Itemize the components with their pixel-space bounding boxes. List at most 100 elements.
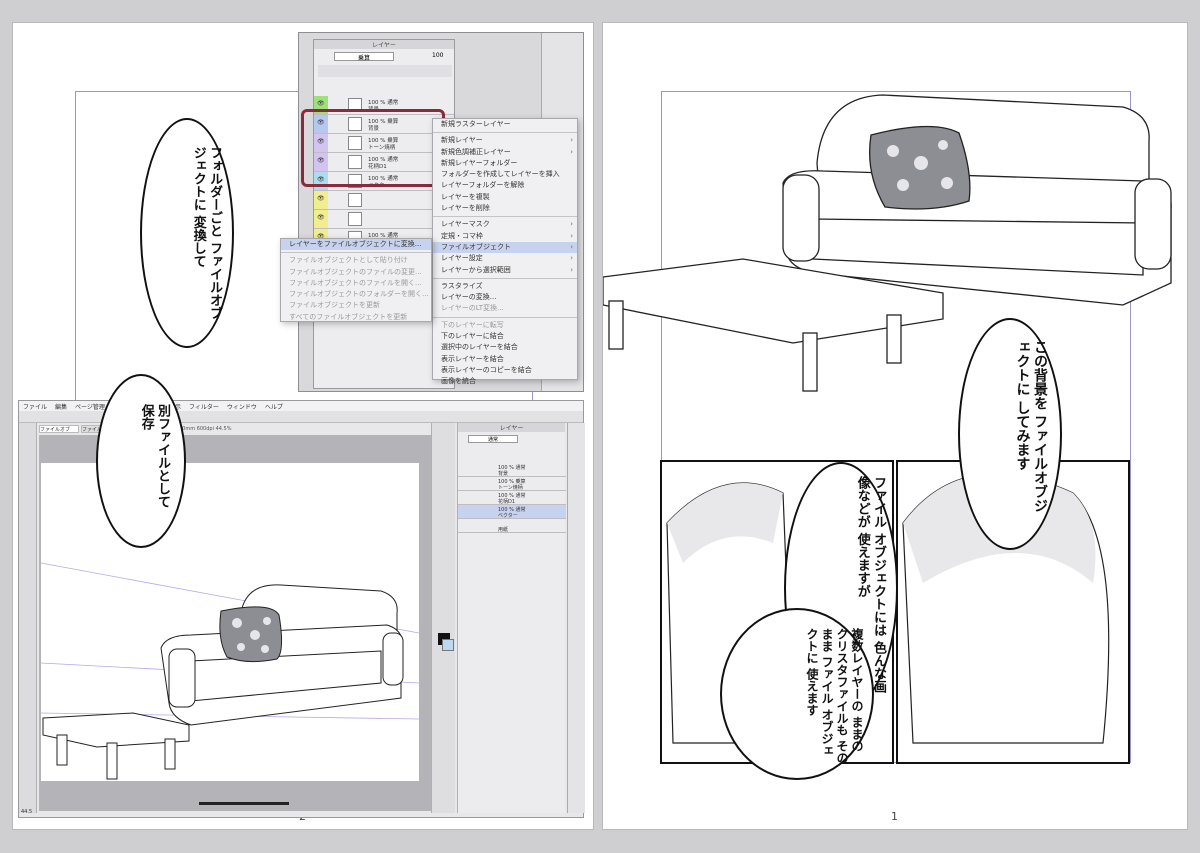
chevron-right-icon: › <box>570 242 573 251</box>
sub-tool-strip <box>431 423 455 813</box>
submenu-item[interactable]: すべてのファイルオブジェクトを更新 <box>281 312 431 323</box>
menu-item-label: 下のレイヤーに転写 <box>441 320 504 329</box>
menu-item[interactable]: レイヤーを複製 <box>433 192 577 203</box>
layer-list: 100 % 通常 背景 100 % 乗算 トーン焼柄 100 % 通常 花柄D1 100 %… <box>458 463 566 543</box>
menu-separator <box>281 252 431 254</box>
submenu-item[interactable]: ファイルオブジェクトのファイルを開く... <box>281 278 431 289</box>
chevron-right-icon: › <box>570 136 573 145</box>
menu-item[interactable]: レイヤー設定 › <box>433 253 577 264</box>
layer-row[interactable]: 100 % 通常 花柄D1 <box>458 491 566 505</box>
submenu-item[interactable]: レイヤーをファイルオブジェクトに変換... <box>281 239 431 251</box>
chevron-right-icon: › <box>570 254 573 263</box>
menu-item-label: レイヤーのLT変換... <box>441 304 504 313</box>
right-page-art <box>603 94 1172 764</box>
manga-spread: 2 レイヤー 乗算 100 👁100 % 通常背景👁100 % 乗算背景👁100… <box>0 0 1200 853</box>
canvas[interactable] <box>40 463 420 781</box>
menu-item-label: 下のレイヤーに結合 <box>441 332 504 341</box>
menu-item-label: 表示レイヤーのコピーを結合 <box>441 365 532 374</box>
layer-sub: ベクター <box>498 513 518 519</box>
submenu-item[interactable]: ファイルオブジェクトのファイルの変更... <box>281 267 431 278</box>
left-toolbar <box>19 423 37 813</box>
menu-item[interactable]: 新規色調補正レイヤー › <box>433 147 577 158</box>
eye-icon[interactable]: 👁 <box>317 214 325 221</box>
chevron-right-icon: › <box>570 220 573 229</box>
menu-item[interactable]: 選択中のレイヤーを結合 <box>433 342 577 353</box>
menu-item[interactable]: レイヤーフォルダーを解除 <box>433 180 577 191</box>
sofa-illustration <box>40 562 420 780</box>
layer-context-menu: 新規ラスターレイヤー 新規レイヤー › 新規色調補正レイヤー › 新規レイヤーフォルダーフ… <box>432 118 578 385</box>
zoom-readout[interactable]: 44.5 <box>21 809 32 815</box>
layer-row[interactable]: 100 % 通常 背景 <box>458 463 566 477</box>
menu-item-label: 新規ラスターレイヤー <box>441 120 511 128</box>
menu-item[interactable]: レイヤーから選択範囲 › <box>433 265 577 276</box>
menu-item-label: レイヤー設定 <box>441 254 483 263</box>
menu-item-label: レイヤーから選択範囲 <box>441 265 511 274</box>
chevron-right-icon: › <box>570 265 573 274</box>
menu-item-label: レイヤーを複製 <box>441 192 490 201</box>
highlight-box <box>301 109 445 187</box>
submenu-item[interactable]: ファイルオブジェクトとして貼り付け <box>281 255 431 266</box>
layer-thumbnail <box>348 212 362 226</box>
menu-item[interactable]: フォルダーを作成してレイヤーを挿入 <box>433 169 577 180</box>
menu-item[interactable]: 下のレイヤーに転写 <box>433 320 577 331</box>
chevron-right-icon: › <box>570 147 573 156</box>
layer-toolbar <box>318 65 452 77</box>
menu-item[interactable]: レイヤーのLT変換... <box>433 303 577 314</box>
menu-item-label: 新規レイヤーフォルダー <box>441 158 518 167</box>
menu-item-label: フォルダーを作成してレイヤーを挿入 <box>441 170 560 179</box>
document-tab[interactable]: ファイルオブ <box>39 425 79 433</box>
menu-item[interactable]: 新規ラスターレイヤー <box>433 119 577 130</box>
menu-item[interactable]: ファイルオブジェクト › <box>433 241 577 254</box>
layer-row[interactable]: 100 % 乗算 トーン焼柄 <box>458 477 566 491</box>
menu-separator <box>433 132 577 134</box>
floral-cushion <box>868 125 971 210</box>
menu-item[interactable]: ラスタライズ <box>433 281 577 292</box>
menu-separator <box>433 216 577 218</box>
layer-thumbnail <box>348 193 362 207</box>
right-page: 1 <box>602 22 1188 830</box>
menu-separator <box>433 277 577 279</box>
layer-sub: トーン焼柄 <box>498 485 523 491</box>
submenu-item[interactable]: ファイルオブジェクトのフォルダーを開く... <box>281 289 431 300</box>
blend-mode-select[interactable]: 乗算 <box>334 52 394 62</box>
bubble-text: フォルダーごと ファイルオブジェクトに 変換して <box>190 146 222 320</box>
menu-item-label: 画像を統合 <box>441 377 476 386</box>
layer-sub: 花柄D1 <box>498 499 516 505</box>
menu-item[interactable]: 新規レイヤー › <box>433 135 577 146</box>
layer-sub: 用紙 <box>498 527 509 533</box>
menu-item-label: レイヤーの変換... <box>441 293 497 302</box>
eye-icon[interactable]: 👁 <box>317 195 325 202</box>
opacity-value[interactable]: 100 <box>432 52 443 59</box>
menu-item-label: 表示レイヤーを結合 <box>441 354 504 363</box>
sub-color-swatch[interactable] <box>442 639 454 651</box>
menu-item[interactable]: 下のレイヤーに結合 <box>433 331 577 342</box>
menu-item[interactable]: レイヤーの変換... <box>433 292 577 303</box>
menu-item[interactable]: 画像を統合 <box>433 376 577 387</box>
menu-item[interactable]: 表示レイヤーのコピーを結合 <box>433 365 577 376</box>
menu-item-label: レイヤーマスク <box>441 220 490 229</box>
submenu-item[interactable]: ファイルオブジェクトを更新 <box>281 300 431 311</box>
canvas-info: 60mm 600dpi 44.5% <box>179 426 232 432</box>
scrollbar[interactable] <box>199 802 289 805</box>
layer-panel-title: レイヤー <box>314 40 454 49</box>
menu-item[interactable]: 定規・コマ枠 › <box>433 231 577 242</box>
layer-row[interactable]: 100 % 通常 ベクター <box>458 505 566 519</box>
menu-item-label: 新規色調補正レイヤー <box>441 147 511 156</box>
layer-row[interactable]: 用紙 <box>458 519 566 533</box>
menu-item[interactable]: レイヤーマスク › <box>433 219 577 230</box>
blend-mode-select[interactable]: 通常 <box>468 435 518 443</box>
menu-item-label: 新規レイヤー <box>441 136 483 145</box>
menu-item-label: ラスタライズ <box>441 281 483 290</box>
eye-icon[interactable]: 👁 <box>317 100 325 107</box>
menu-item[interactable]: 新規レイヤーフォルダー <box>433 158 577 169</box>
bubble-text: 複数レイヤーの ままの クリスタファイルも そのまま ファイル オブジェクトに … <box>805 628 864 765</box>
layer-panel: レイヤー 通常 100 % 通常 背景 100 % 乗算 トーン焼柄 100 % 通常花… <box>457 423 566 813</box>
page-number: 1 <box>891 810 898 823</box>
floral-cushion <box>219 606 283 663</box>
canvas-workspace <box>39 435 431 811</box>
bubble-text: 別ファイルとして 保存 <box>138 404 170 508</box>
layer-sub: 背景 <box>498 471 509 477</box>
chevron-right-icon: › <box>570 231 573 240</box>
menu-item[interactable]: レイヤーを削除 <box>433 203 577 214</box>
menu-item[interactable]: 表示レイヤーを結合 <box>433 354 577 365</box>
